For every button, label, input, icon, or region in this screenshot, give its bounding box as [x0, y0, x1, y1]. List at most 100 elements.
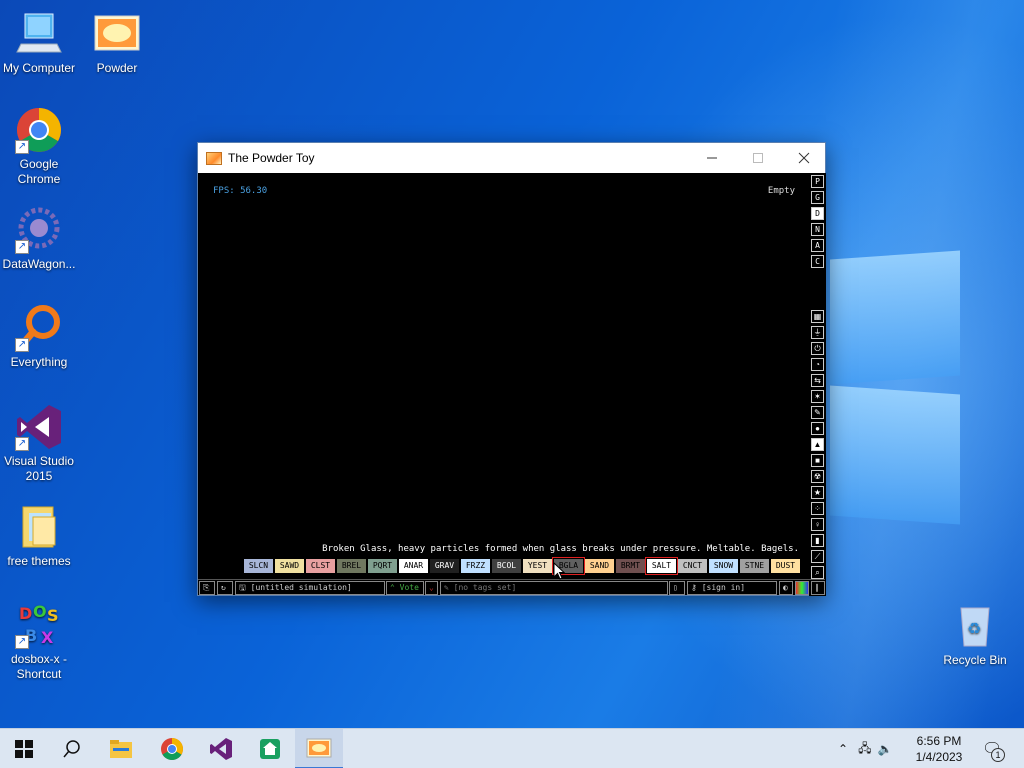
simulation-name-button[interactable]: 🖫 [untitled simulation] [235, 581, 385, 595]
save-icon: 🖫 [239, 583, 251, 592]
element-button-sawd[interactable]: SAWD [275, 559, 304, 573]
category-favorites-icon[interactable]: ▮ [811, 534, 824, 547]
desktop-icon-everything[interactable]: ↗ Everything [0, 304, 78, 370]
element-button-grav[interactable]: GRAV [430, 559, 459, 573]
mode-button-g[interactable]: G [811, 191, 824, 204]
category-special-icon[interactable]: ★ [811, 486, 824, 499]
element-button-anar[interactable]: ANAR [399, 559, 428, 573]
desktop-icon-label: Visual Studio 2015 [4, 454, 74, 483]
taskbar-clock[interactable]: 6:56 PM 1/4/2023 [904, 733, 974, 765]
element-button-bcol[interactable]: BCOL [492, 559, 521, 573]
category-life-icon[interactable]: ⁘ [811, 502, 824, 515]
taskbar-powder-toy[interactable] [295, 729, 343, 768]
desktop-icon-powder[interactable]: Powder [78, 10, 156, 76]
category-radioactive-icon[interactable]: ☢ [811, 470, 824, 483]
element-button-cnct[interactable]: CNCT [678, 559, 707, 573]
settings-icon[interactable]: ◐ [779, 581, 793, 595]
key-icon: ⚷ [691, 583, 702, 592]
open-save-icon[interactable]: ⎘ [199, 581, 215, 595]
element-button-stne[interactable]: STNE [740, 559, 769, 573]
desktop-icon-dosbox[interactable]: DOSBX ↗ dosbox-x - Shortcut [0, 601, 78, 682]
category-force-icon[interactable]: ⇆ [811, 374, 824, 387]
element-button-frzz[interactable]: FRZZ [461, 559, 490, 573]
category-electronics-icon[interactable]: ⏚ [811, 326, 824, 339]
system-tray: ⌃ 🖧 🔈 [838, 729, 892, 768]
tags-button[interactable]: ✎ [no tags set] [440, 581, 668, 595]
desktop-icon-visual-studio[interactable]: ↗ Visual Studio 2015 [0, 403, 78, 484]
desktop-icon-datawagon[interactable]: ↗ DataWagon... [0, 206, 78, 272]
chrome-icon: ↗ [15, 106, 63, 154]
taskbar-app-green[interactable] [246, 729, 294, 768]
powder-toy-icon [93, 10, 141, 58]
desktop-icon-my-computer[interactable]: My Computer [0, 10, 78, 76]
pause-icon[interactable]: ∥ [811, 581, 825, 595]
element-button-pqrt[interactable]: PQRT [368, 559, 397, 573]
element-button-salt[interactable]: SALT [645, 557, 678, 575]
desktop-icon-label: DataWagon... [2, 257, 76, 271]
category-powders-icon[interactable]: ▲ [811, 438, 824, 451]
element-button-sand[interactable]: SAND [585, 559, 614, 573]
close-button[interactable] [781, 143, 827, 173]
taskbar-chrome[interactable] [148, 729, 196, 768]
desktop-icon-google-chrome[interactable]: ↗ Google Chrome [0, 106, 78, 187]
shortcut-arrow-icon: ↗ [15, 437, 29, 451]
renderer-icon[interactable] [795, 581, 809, 595]
element-button-brmt[interactable]: BRMT [616, 559, 645, 573]
mode-button-n[interactable]: N [811, 223, 824, 236]
category-solids-icon[interactable]: ■ [811, 454, 824, 467]
shortcut-arrow-icon: ↗ [15, 140, 29, 154]
category-explosives-icon[interactable]: ✶ [811, 390, 824, 403]
vote-down-icon[interactable]: ⌄ [425, 581, 438, 595]
clock-time: 6:56 PM [916, 734, 962, 748]
dosbox-icon: DOSBX ↗ [15, 601, 63, 649]
element-button-slcn[interactable]: SLCN [244, 559, 273, 573]
window-title: The Powder Toy [228, 151, 315, 165]
network-icon[interactable]: 🖧 [858, 739, 871, 760]
window-titlebar[interactable]: The Powder Toy [198, 143, 825, 173]
clear-icon[interactable]: ▯ [669, 581, 685, 595]
mode-button-p[interactable]: P [811, 175, 824, 188]
mode-button-d[interactable]: D [811, 207, 824, 220]
folder-icon [15, 503, 63, 551]
mode-button-a[interactable]: A [811, 239, 824, 252]
start-button[interactable] [0, 729, 48, 768]
element-button-brel[interactable]: BREL [337, 559, 366, 573]
desktop-icon-free-themes[interactable]: free themes [0, 503, 78, 569]
category-powered-icon[interactable]: ⏻ [811, 342, 824, 355]
maximize-button[interactable] [735, 143, 781, 173]
category-liquids-icon[interactable]: ● [811, 422, 824, 435]
everything-search-icon: ↗ [15, 304, 63, 352]
element-palette: SLCN SAWD CLST BREL PQRT ANAR GRAV FRZZ BCOL YEST… [244, 557, 800, 575]
simulation-canvas[interactable]: FPS: 56.30 Empty Broken Glass, heavy par… [198, 173, 809, 566]
chevron-up-icon[interactable]: ⌃ [838, 742, 848, 756]
category-gases-icon[interactable]: ✎ [811, 406, 824, 419]
vote-up-button[interactable]: ⌃ Vote [386, 581, 424, 595]
mode-button-c[interactable]: C [811, 255, 824, 268]
category-tools-icon[interactable]: ♀ [811, 518, 824, 531]
maximize-icon [753, 153, 763, 163]
mouse-cursor-icon [553, 562, 565, 580]
search-icon[interactable]: ⌕ [811, 566, 824, 579]
recycle-bin-icon: ♻ [951, 602, 999, 650]
desktop-icon-label: My Computer [2, 61, 76, 75]
category-wall-icon[interactable]: ▦ [811, 310, 824, 323]
volume-icon[interactable]: 🔈 [877, 742, 892, 756]
svg-text:♻: ♻ [967, 619, 981, 638]
element-button-clst[interactable]: CLST [306, 559, 335, 573]
sign-in-button[interactable]: ⚷ [sign in] [687, 581, 777, 595]
taskbar-search-button[interactable] [48, 729, 96, 768]
reload-icon[interactable]: ↻ [217, 581, 233, 595]
category-sensors-icon[interactable]: ◔ [811, 358, 824, 371]
element-button-snow[interactable]: SNOW [709, 559, 738, 573]
taskbar-visual-studio[interactable] [197, 729, 245, 768]
category-decoration-icon[interactable]: ⟋ [811, 550, 824, 563]
desktop-icon-label: Powder [96, 61, 138, 75]
desktop-icon-recycle-bin[interactable]: ♻ Recycle Bin [936, 602, 1014, 668]
taskbar-file-explorer[interactable] [97, 729, 145, 768]
minimize-button[interactable] [689, 143, 735, 173]
element-button-yest[interactable]: YEST [523, 559, 552, 573]
shortcut-arrow-icon: ↗ [15, 635, 29, 649]
action-center-button[interactable]: 🗨 1 [982, 729, 1005, 768]
element-button-dust[interactable]: DUST [771, 559, 800, 573]
file-explorer-icon [110, 740, 132, 758]
